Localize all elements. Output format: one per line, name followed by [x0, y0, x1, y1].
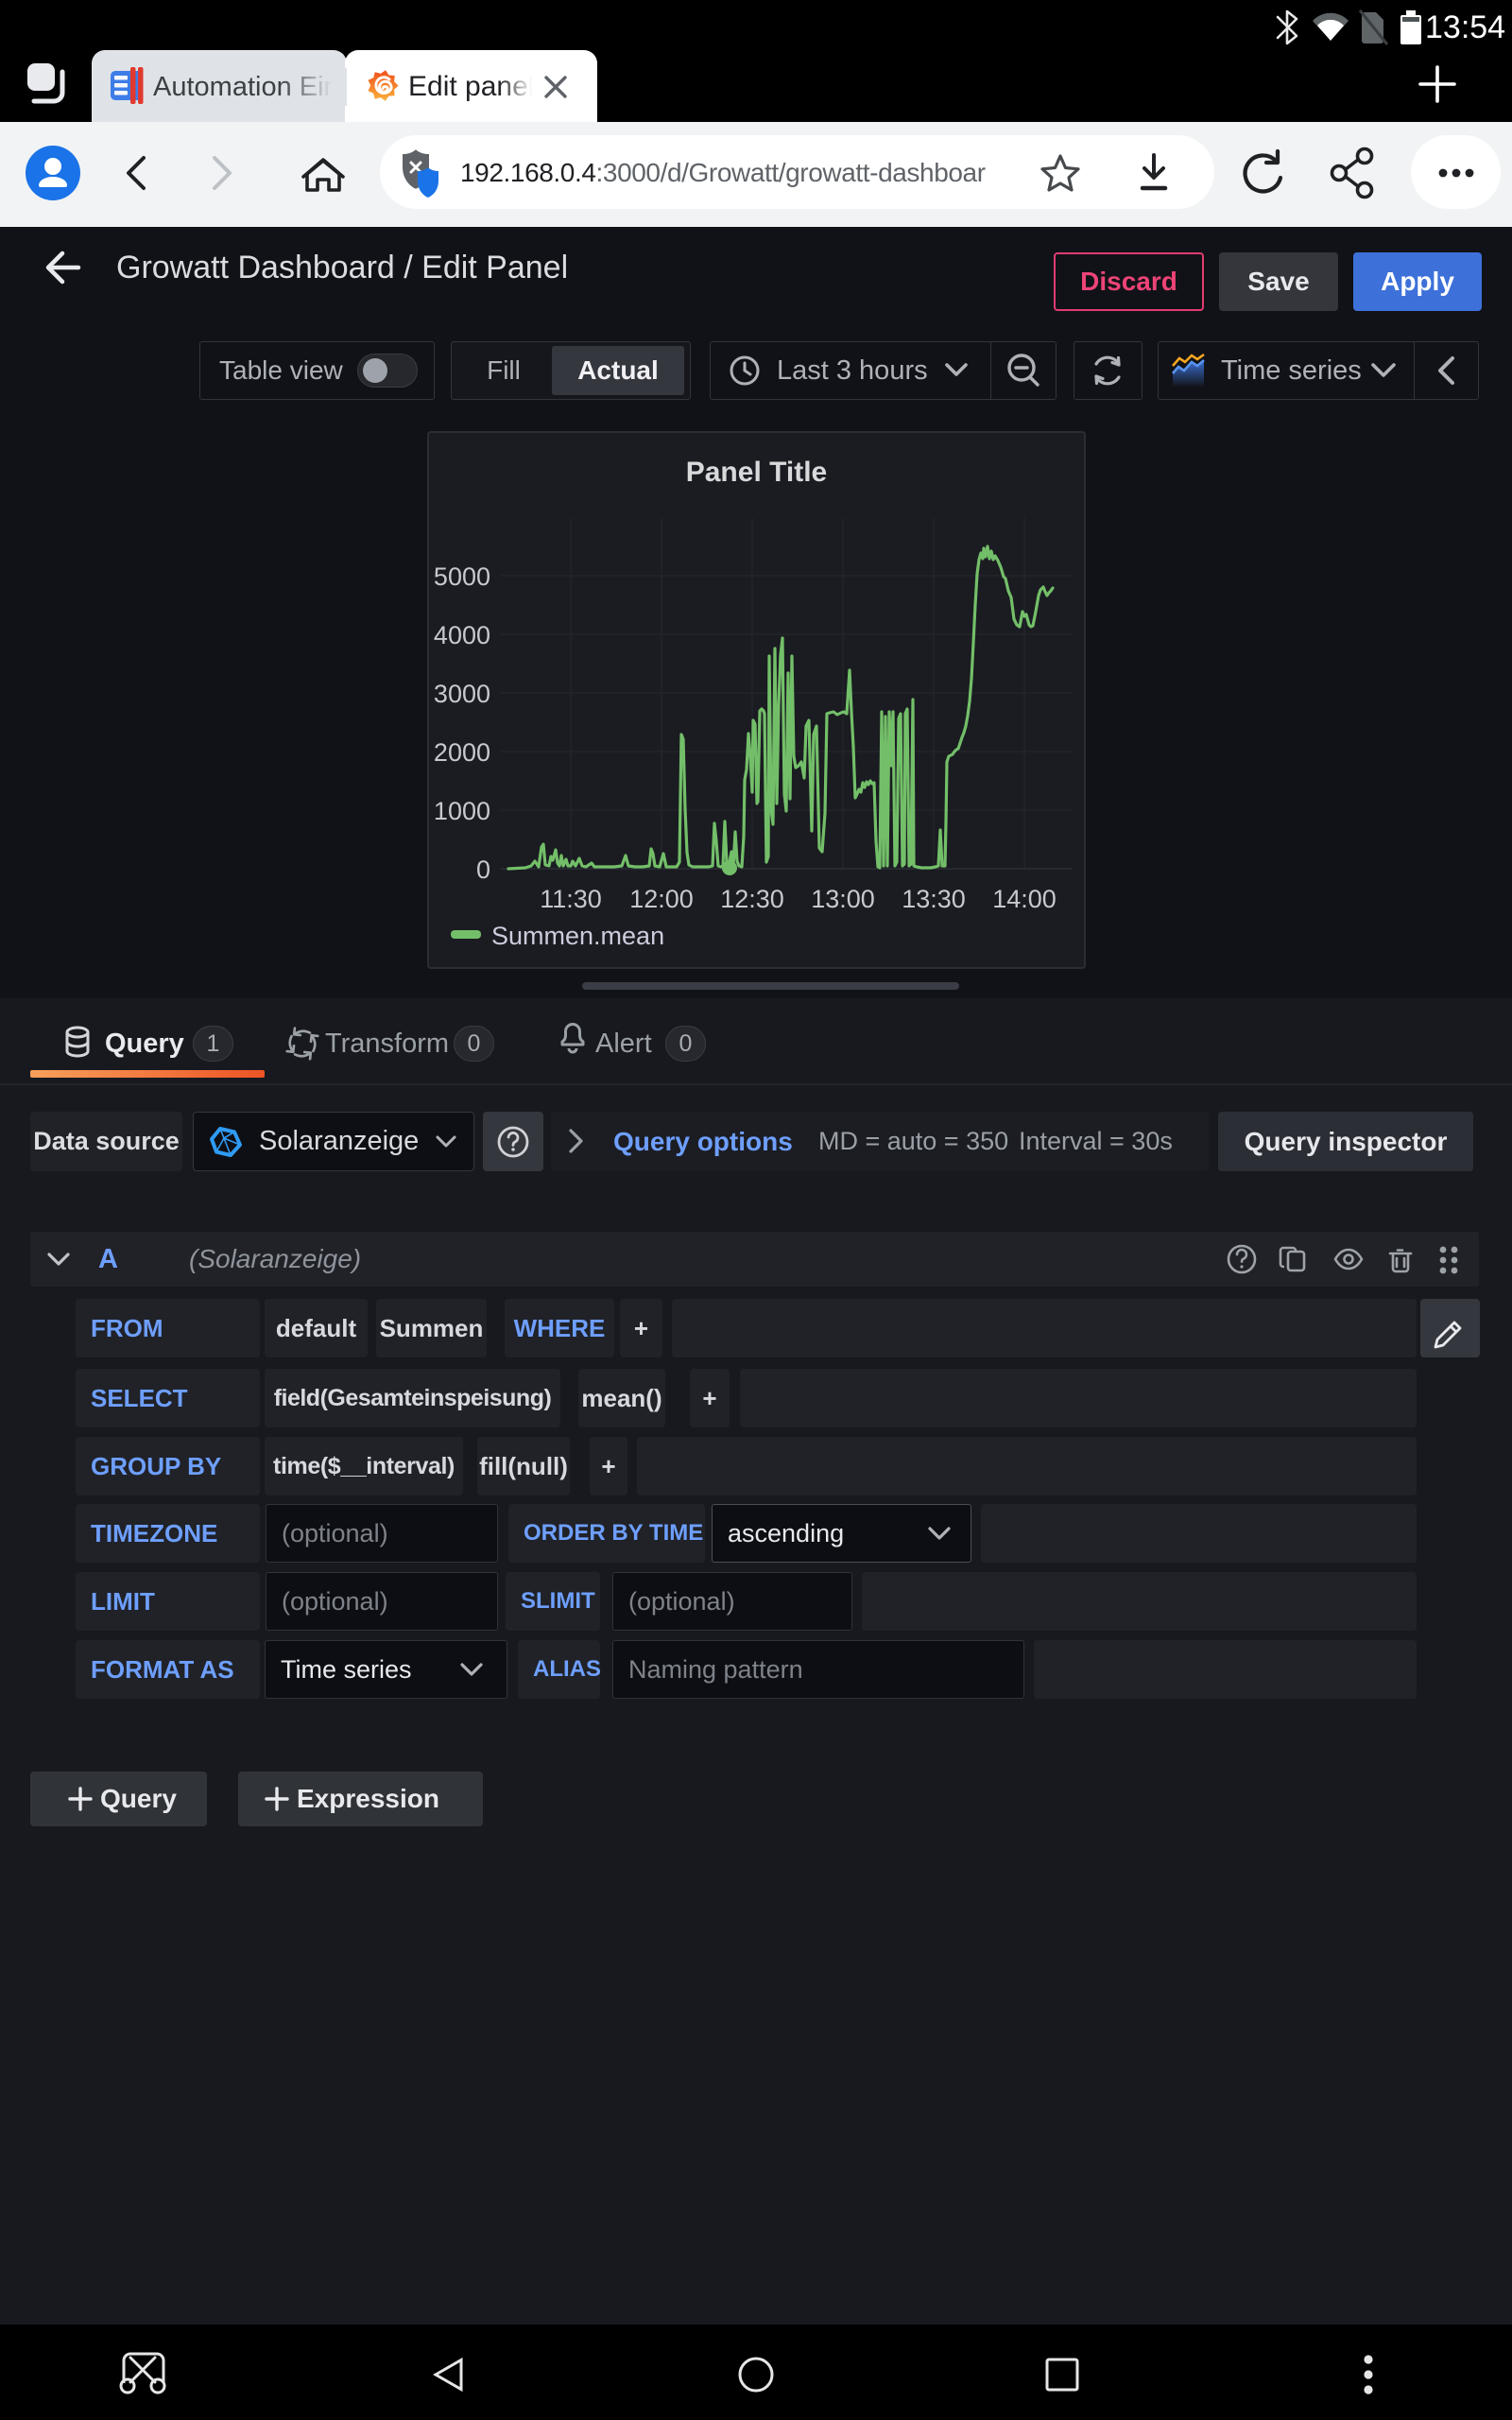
- svg-text:Summen.mean: Summen.mean: [491, 922, 664, 950]
- svg-text:14:00: 14:00: [992, 885, 1057, 913]
- svg-text:1000: 1000: [434, 797, 490, 825]
- svg-text:2000: 2000: [434, 738, 490, 767]
- svg-text:4000: 4000: [434, 621, 490, 649]
- svg-text:0: 0: [476, 856, 490, 884]
- svg-text:13:54: 13:54: [1425, 9, 1505, 45]
- svg-text:12:30: 12:30: [720, 885, 784, 913]
- svg-text:5000: 5000: [434, 562, 490, 591]
- svg-text:12:00: 12:00: [629, 885, 694, 913]
- svg-text:11:30: 11:30: [540, 885, 602, 913]
- svg-text:13:00: 13:00: [811, 885, 875, 913]
- svg-text:3000: 3000: [434, 680, 490, 708]
- svg-text:13:30: 13:30: [902, 885, 966, 913]
